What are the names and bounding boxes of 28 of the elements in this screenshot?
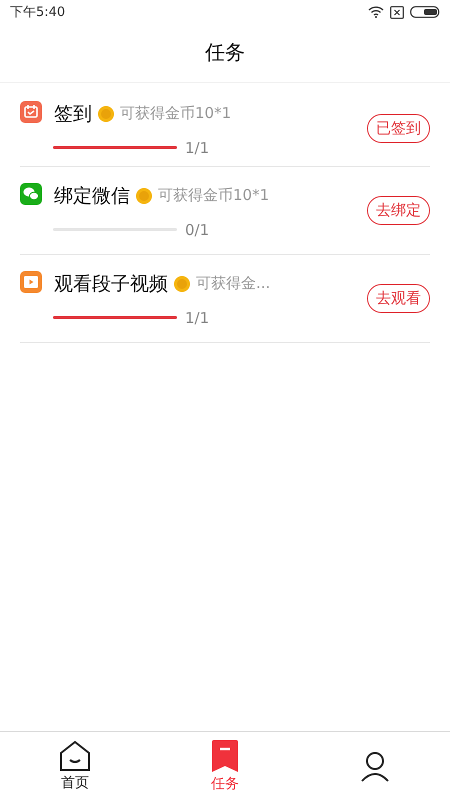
reward-text: 可获得金币10*1 — [120, 104, 232, 123]
status-time: 下午5:40 — [10, 4, 66, 21]
battery-icon — [410, 6, 440, 18]
reward-text: 可获得金... — [196, 274, 270, 293]
progress-count: 1/1 — [185, 138, 210, 156]
task-title: 签到 — [54, 102, 92, 126]
coin-icon — [174, 276, 190, 292]
task-action-button[interactable]: 去观看 — [367, 284, 430, 313]
progress-count: 0/1 — [185, 220, 210, 238]
video-icon — [20, 270, 42, 292]
task-action-button[interactable]: 去绑定 — [367, 196, 430, 225]
coin-icon — [98, 106, 114, 122]
chat-bubbles-icon — [20, 182, 42, 204]
coin-icon — [136, 188, 152, 204]
tab-bar-item[interactable]: 任务 — [150, 732, 300, 800]
profile-icon — [359, 750, 391, 782]
no-sim-icon — [390, 6, 404, 18]
wifi-icon — [368, 6, 384, 18]
bookmark-icon — [210, 739, 240, 773]
calendar-icon — [20, 100, 42, 122]
reward-text: 可获得金币10*1 — [158, 186, 270, 205]
progress-count: 1/1 — [185, 308, 210, 326]
page-title: 任务 — [205, 38, 245, 66]
task-action-button[interactable]: 已签到 — [367, 114, 430, 143]
home-icon — [59, 740, 91, 772]
task-title: 观看段子视频 — [54, 272, 168, 296]
tab-bar-item[interactable]: 首页 — [0, 732, 150, 800]
task-title: 绑定微信 — [54, 184, 130, 208]
